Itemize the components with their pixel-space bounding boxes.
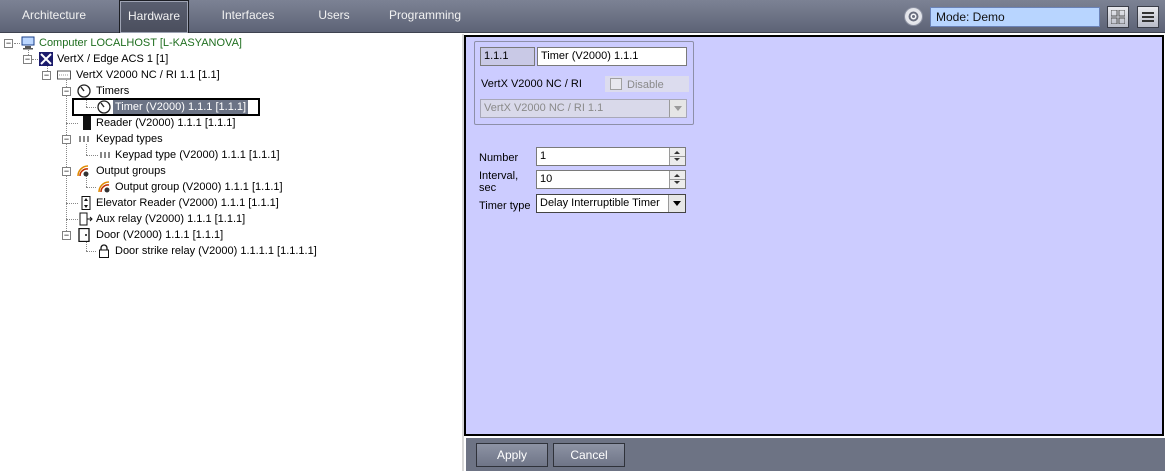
interval-label-line2: sec (479, 182, 497, 194)
menu-button[interactable] (1137, 6, 1159, 28)
tree-node-keypad-type[interactable]: Keypad type (V2000) 1.1.1 [1.1.1] (82, 147, 302, 163)
tree-node-vertx-v2000[interactable]: − VertX V2000 NC / RI 1.1 [1.1] (42, 67, 342, 83)
tree-node-vertx-edge[interactable]: − VertX / Edge ACS 1 [1] (23, 51, 323, 67)
reader-icon (83, 116, 91, 130)
door-icon (78, 228, 90, 242)
chevron-down-icon (669, 100, 686, 117)
object-id-field: 1.1.1 (480, 47, 535, 66)
relay-icon (79, 212, 93, 226)
tree-label: Timers (96, 85, 130, 97)
settings-panel: 1.1.1 Timer (V2000) 1.1.1 VertX V2000 NC… (464, 35, 1164, 436)
tab-architecture[interactable]: Architecture (8, 0, 100, 33)
computer-icon (21, 36, 35, 50)
tree-label: VertX / Edge ACS 1 [1] (57, 53, 169, 65)
mode-selector[interactable]: Mode: Demo (930, 7, 1100, 27)
timer-type-value: Delay Interruptible Timer (540, 197, 660, 209)
tree-connector (86, 251, 96, 252)
timer-icon (77, 84, 91, 98)
board-icon (57, 70, 71, 80)
tree-node-keypad-types[interactable]: − Keypad types (62, 131, 262, 147)
tree-node-door[interactable]: − Door (V2000) 1.1.1 [1.1.1] (62, 227, 262, 243)
collapse-toggle[interactable]: − (62, 167, 71, 176)
tree-label: Reader (V2000) 1.1.1 [1.1.1] (96, 117, 236, 129)
tree-label: Output group (V2000) 1.1.1 [1.1.1] (115, 181, 283, 193)
cancel-button[interactable]: Cancel (553, 443, 625, 467)
tab-programming[interactable]: Programming (385, 0, 465, 33)
timer-type-select[interactable]: Delay Interruptible Timer (536, 194, 686, 213)
tree-node-elevator-reader[interactable]: Elevator Reader (V2000) 1.1.1 [1.1.1] (66, 195, 296, 211)
menu-icon (1142, 12, 1154, 22)
layout-grid-button[interactable] (1107, 6, 1129, 28)
parent-select-value: VertX V2000 NC / RI 1.1 (484, 102, 604, 114)
number-stepper[interactable]: 1 (536, 147, 686, 166)
hardware-tree: − Computer LOCALHOST [L-KASYANOVA] − Ver… (0, 34, 462, 471)
tree-label: Door (V2000) 1.1.1 [1.1.1] (96, 229, 224, 241)
keypad-icon (79, 136, 89, 142)
number-value: 1 (540, 150, 547, 162)
tree-label: Keypad types (96, 133, 163, 145)
tree-connector (86, 187, 96, 188)
number-spin-buttons[interactable] (669, 148, 685, 165)
interval-label: Interval, sec (479, 170, 518, 194)
tree-label: Door strike relay (V2000) 1.1.1.1 [1.1.1… (115, 245, 317, 257)
elevator-icon (81, 196, 91, 210)
disable-checkbox-area[interactable]: Disable (605, 76, 689, 92)
tree-connector (66, 123, 78, 124)
tree-node-aux-relay[interactable]: Aux relay (V2000) 1.1.1 [1.1.1] (66, 211, 266, 227)
tree-label: VertX V2000 NC / RI 1.1 [1.1] (76, 69, 220, 81)
number-label: Number (479, 152, 519, 164)
tree-label: Output groups (96, 165, 166, 177)
tree-connector (66, 219, 78, 220)
tree-connector (32, 59, 38, 60)
tree-node-computer[interactable]: − Computer LOCALHOST [L-KASYANOVA] (4, 35, 304, 51)
disable-label: Disable (627, 79, 664, 91)
output-group-icon (98, 181, 110, 193)
tab-interfaces[interactable]: Interfaces (213, 0, 283, 33)
tab-hardware[interactable]: Hardware (119, 0, 189, 33)
grid-icon (1111, 10, 1125, 24)
collapse-toggle[interactable]: − (42, 71, 51, 80)
interval-value: 10 (540, 173, 553, 185)
interval-stepper[interactable]: 10 (536, 170, 686, 189)
tree-node-output-groups[interactable]: − Output groups (62, 163, 262, 179)
tree-node-output-group[interactable]: Output group (V2000) 1.1.1 [1.1.1] (82, 179, 302, 195)
output-group-icon (77, 165, 89, 177)
collapse-toggle[interactable]: − (62, 135, 71, 144)
tree-label: Aux relay (V2000) 1.1.1 [1.1.1] (96, 213, 246, 225)
tree-node-door-strike-relay[interactable]: Door strike relay (V2000) 1.1.1.1 [1.1.1… (82, 243, 342, 259)
timer-type-label: Timer type (479, 200, 531, 212)
object-name-field[interactable]: Timer (V2000) 1.1.1 (537, 47, 687, 66)
tree-label: Computer LOCALHOST [L-KASYANOVA] (39, 37, 242, 49)
vertx-controller-icon (39, 52, 53, 66)
collapse-toggle[interactable]: − (4, 39, 13, 48)
lock-icon (99, 244, 109, 258)
tree-node-reader[interactable]: Reader (V2000) 1.1.1 [1.1.1] (66, 115, 266, 131)
object-info-group: 1.1.1 Timer (V2000) 1.1.1 VertX V2000 NC… (474, 41, 694, 125)
tree-node-timers[interactable]: − Timers (62, 83, 262, 99)
action-bar: Apply Cancel (466, 438, 1165, 471)
tree-connector (86, 155, 98, 156)
collapse-toggle[interactable]: − (23, 55, 32, 64)
tab-users[interactable]: Users (304, 0, 364, 33)
disable-checkbox[interactable] (610, 78, 622, 90)
selection-highlight-frame (72, 98, 260, 116)
mode-gear-icon[interactable] (904, 7, 923, 26)
tree-label: Keypad type (V2000) 1.1.1 [1.1.1] (115, 149, 280, 161)
tree-connector (66, 203, 78, 204)
top-navigation-bar: Architecture Hardware Interfaces Users P… (0, 0, 1165, 33)
apply-button[interactable]: Apply (476, 443, 548, 467)
parent-select: VertX V2000 NC / RI 1.1 (480, 99, 687, 118)
interval-spin-buttons[interactable] (669, 171, 685, 188)
keypad-icon (100, 152, 110, 158)
interval-label-line1: Interval, (479, 170, 519, 182)
tree-label: Elevator Reader (V2000) 1.1.1 [1.1.1] (96, 197, 279, 209)
collapse-toggle[interactable]: − (62, 231, 71, 240)
chevron-down-icon[interactable] (668, 195, 685, 212)
collapse-toggle[interactable]: − (62, 87, 71, 96)
parent-label: VertX V2000 NC / RI (481, 78, 582, 90)
